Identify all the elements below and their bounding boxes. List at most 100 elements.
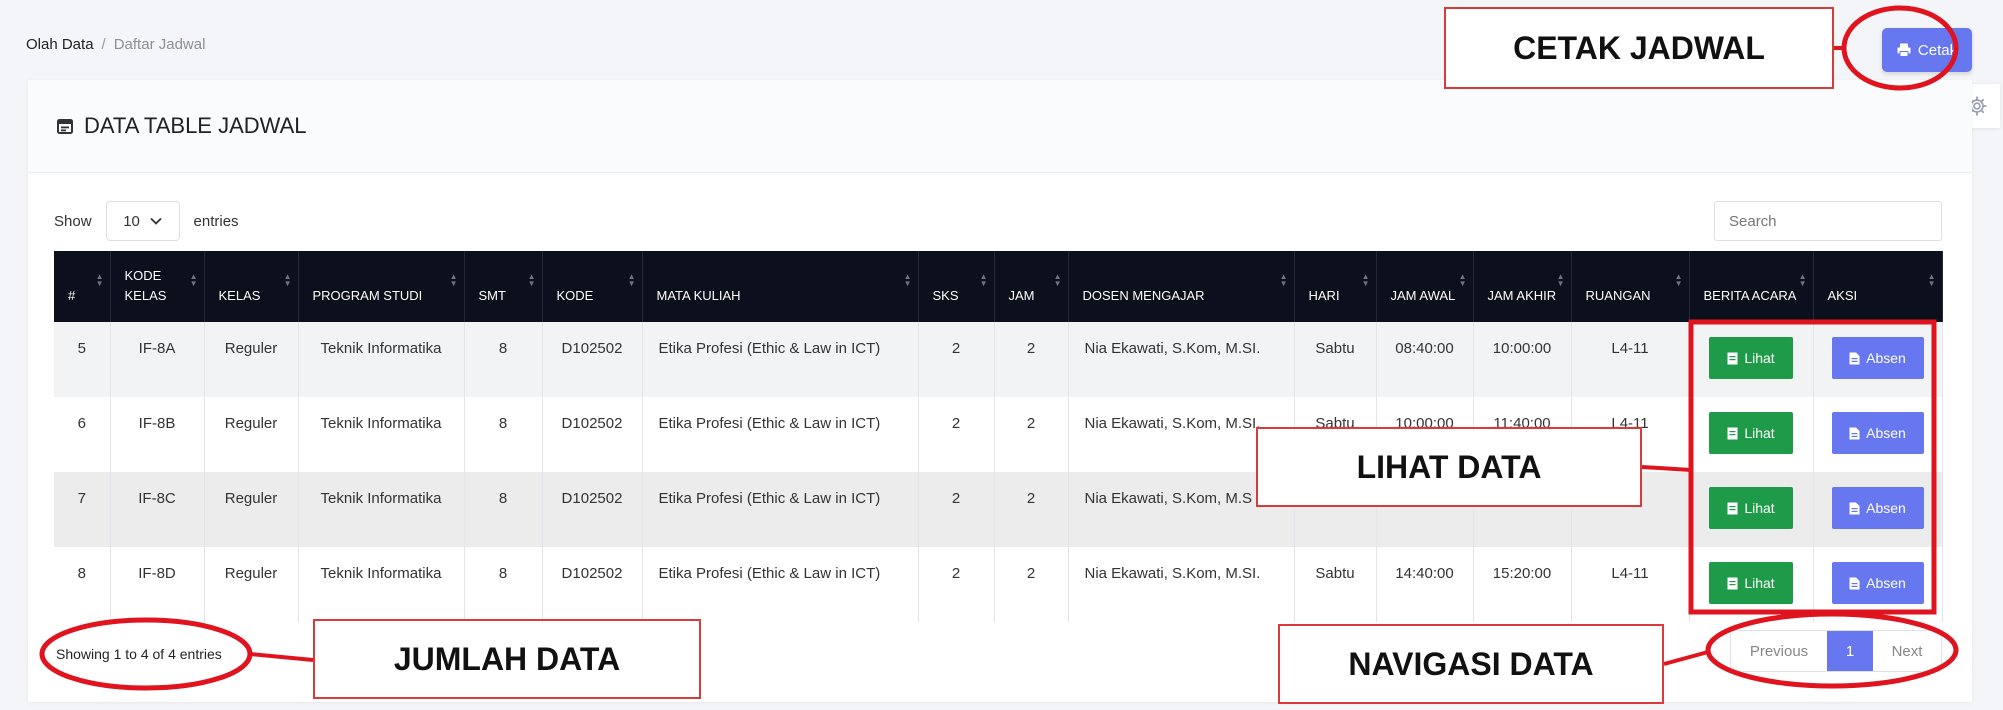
column-header[interactable]: # ▲ ▼: [54, 251, 111, 322]
pagination-page-1[interactable]: 1: [1827, 631, 1873, 671]
column-header[interactable]: SMT ▲ ▼: [464, 251, 543, 322]
printer-icon: [1897, 43, 1911, 57]
card-title: DATA TABLE JADWAL: [84, 113, 307, 138]
column-header[interactable]: JAM AKHIR ▲ ▼: [1473, 251, 1572, 322]
cell-prodi: Teknik Informatika: [298, 322, 465, 397]
column-header[interactable]: SKS ▲ ▼: [918, 251, 995, 322]
breadcrumb-parent[interactable]: Olah Data: [26, 36, 94, 53]
cell-aksi: Absen: [1813, 397, 1943, 472]
cell-prodi: Teknik Informatika: [298, 397, 465, 472]
cell-hari: Sabtu: [1294, 547, 1377, 622]
lihat-button[interactable]: Lihat: [1709, 337, 1793, 379]
cell-kode-kelas: IF-8D: [110, 547, 205, 622]
cell-berita-acara: Lihat: [1689, 472, 1814, 547]
absen-label: Absen: [1866, 500, 1906, 516]
file-icon: [1727, 502, 1738, 514]
cell-jam: 2: [994, 472, 1069, 547]
file-icon: [1727, 352, 1738, 364]
cell-kode: D102502: [542, 322, 643, 397]
column-header[interactable]: JAM AWAL ▲ ▼: [1376, 251, 1474, 322]
document-icon: [1849, 577, 1860, 589]
lihat-label: Lihat: [1744, 425, 1775, 441]
absen-label: Absen: [1866, 350, 1906, 366]
cell-jam-awal: 08:40:00: [1376, 322, 1474, 397]
cell-berita-acara: Lihat: [1689, 322, 1814, 397]
entries-info: Showing 1 to 4 of 4 entries: [56, 646, 222, 662]
length-control: Show 10 entries: [54, 201, 239, 241]
cell-matkul: Etika Profesi (Ethic & Law in ICT): [642, 322, 919, 397]
cell-jam: 2: [994, 547, 1069, 622]
annotation-lihat-data: LIHAT DATA: [1256, 427, 1642, 507]
cell-smt: 8: [464, 322, 543, 397]
column-header[interactable]: MATA KULIAH ▲ ▼: [642, 251, 919, 322]
cell-kode-kelas: IF-8B: [110, 397, 205, 472]
breadcrumb-current: Daftar Jadwal: [113, 36, 206, 53]
cell-aksi: Absen: [1813, 472, 1943, 547]
entries-select[interactable]: 10: [105, 201, 180, 241]
cell-no: 6: [54, 397, 111, 472]
cell-smt: 8: [464, 547, 543, 622]
document-icon: [1849, 427, 1860, 439]
column-header[interactable]: DOSEN MENGAJAR ▲ ▼: [1068, 251, 1295, 322]
lihat-button[interactable]: Lihat: [1709, 412, 1793, 454]
calendar-icon: [57, 119, 73, 134]
cell-prodi: Teknik Informatika: [298, 547, 465, 622]
cell-sks: 2: [918, 547, 995, 622]
cell-ruangan: L4-11: [1571, 322, 1690, 397]
lihat-label: Lihat: [1744, 575, 1775, 591]
entries-select-value: 10: [123, 212, 140, 230]
column-header[interactable]: RUANGAN ▲ ▼: [1571, 251, 1690, 322]
column-header[interactable]: KELAS ▲ ▼: [204, 251, 299, 322]
lihat-button[interactable]: Lihat: [1709, 562, 1793, 604]
column-header[interactable]: KODE ▲ ▼: [542, 251, 643, 322]
absen-button[interactable]: Absen: [1831, 412, 1924, 454]
breadcrumb-separator: /: [101, 36, 106, 53]
annotation-navigasi-data: NAVIGASI DATA: [1278, 624, 1664, 704]
cell-aksi: Absen: [1813, 322, 1943, 397]
annotation-jumlah-data: JUMLAH DATA: [313, 619, 701, 699]
schedule-card: DATA TABLE JADWAL Show 10 entries #▲▼ KO…: [28, 80, 1972, 702]
pagination-next[interactable]: Next: [1873, 631, 1941, 671]
chevron-down-icon: [150, 217, 162, 225]
lihat-button[interactable]: Lihat: [1709, 487, 1793, 529]
print-button-label: Cetak: [1917, 41, 1958, 59]
column-header[interactable]: AKSI ▲ ▼: [1813, 251, 1943, 322]
table-row: 8 IF-8D Reguler Teknik Informatika 8 D10…: [54, 547, 1943, 622]
absen-button[interactable]: Absen: [1831, 487, 1924, 529]
entries-label: entries: [193, 212, 239, 230]
document-icon: [1849, 352, 1860, 364]
table-header-row: # ▲ ▼ KODE KELAS ▲ ▼ KELAS ▲ ▼ PROGRAM STUDI ▲ ▼…: [54, 251, 1943, 322]
file-icon: [1727, 427, 1738, 439]
cell-berita-acara: Lihat: [1689, 547, 1814, 622]
search-input[interactable]: [1714, 201, 1942, 241]
document-icon: [1849, 502, 1860, 514]
column-header[interactable]: BERITA ACARA ▲ ▼: [1689, 251, 1814, 322]
lihat-label: Lihat: [1744, 350, 1775, 366]
absen-button[interactable]: Absen: [1831, 337, 1924, 379]
table-row: 5 IF-8A Reguler Teknik Informatika 8 D10…: [54, 322, 1943, 397]
print-button[interactable]: Cetak: [1882, 28, 1972, 72]
cell-kelas: Reguler: [204, 472, 299, 547]
cell-matkul: Etika Profesi (Ethic & Law in ICT): [642, 397, 919, 472]
cell-sks: 2: [918, 397, 995, 472]
cell-smt: 8: [464, 472, 543, 547]
cell-kelas: Reguler: [204, 397, 299, 472]
cell-jam: 2: [994, 322, 1069, 397]
column-header[interactable]: JAM ▲ ▼: [994, 251, 1069, 322]
breadcrumb: Olah Data / Daftar Jadwal: [26, 36, 205, 53]
cell-jam-akhir: 10:00:00: [1473, 322, 1572, 397]
cell-matkul: Etika Profesi (Ethic & Law in ICT): [642, 472, 919, 547]
cell-kelas: Reguler: [204, 547, 299, 622]
cell-no: 5: [54, 322, 111, 397]
column-header[interactable]: HARI ▲ ▼: [1294, 251, 1377, 322]
pagination-previous[interactable]: Previous: [1731, 631, 1827, 671]
column-header[interactable]: PROGRAM STUDI ▲ ▼: [298, 251, 465, 322]
column-header[interactable]: KODE KELAS ▲ ▼: [110, 251, 205, 322]
cell-dosen: Nia Ekawati, S.Kom, M.SI.: [1068, 322, 1295, 397]
cell-matkul: Etika Profesi (Ethic & Law in ICT): [642, 547, 919, 622]
absen-button[interactable]: Absen: [1831, 562, 1924, 604]
table-row: 6 IF-8B Reguler Teknik Informatika 8 D10…: [54, 397, 1943, 472]
absen-label: Absen: [1866, 575, 1906, 591]
file-icon: [1727, 577, 1738, 589]
lihat-label: Lihat: [1744, 500, 1775, 516]
